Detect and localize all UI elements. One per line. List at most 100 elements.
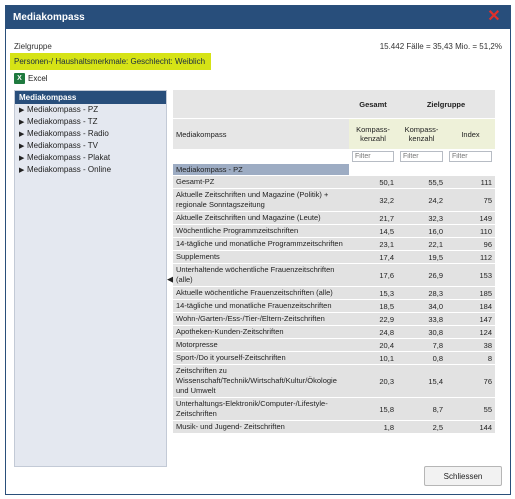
cell-zielgruppe: 8,7 [397, 397, 446, 421]
cell-gesamt: 17,6 [349, 263, 397, 287]
close-icon[interactable]: ✕ [486, 9, 502, 25]
table-body: Gesamt-PZ 50,1 55,5 111 Aktuelle Zeitschrift… [173, 175, 495, 434]
table-row[interactable]: Wohn-/Garten-/Ess-/Tier-/Eltern-Zeitschr… [173, 312, 495, 326]
table-row[interactable]: Aktuelle Zeitschriften und Magazine (Pol… [173, 188, 495, 212]
cell-gesamt: 50,1 [349, 175, 397, 189]
cell-index: 110 [446, 224, 495, 238]
sidebar-item-plakat[interactable]: ▶ Mediakompass - Plakat [15, 152, 166, 164]
cell-gesamt: 22,9 [349, 312, 397, 326]
column-header-index[interactable]: Index [446, 118, 495, 150]
row-label: Aktuelle Zeitschriften und Magazine (Pol… [173, 188, 349, 212]
sidebar-item-label: Mediakompass - PZ [27, 105, 99, 114]
group-header-gesamt: Gesamt [349, 90, 397, 119]
cell-gesamt: 20,3 [349, 364, 397, 398]
cell-index: 185 [446, 286, 495, 300]
sidebar-item-tv[interactable]: ▶ Mediakompass - TV [15, 140, 166, 152]
cell-zielgruppe: 7,8 [397, 338, 446, 352]
cell-index: 124 [446, 325, 495, 339]
cell-zielgruppe: 0,8 [397, 351, 446, 365]
cell-index: 144 [446, 420, 495, 434]
column-header-kompasskennzahl-zg[interactable]: Kompass-kenzahl [397, 118, 446, 150]
row-label: Aktuelle wöchentliche Frauenzeitschrifte… [173, 286, 349, 300]
row-header-spacer [173, 90, 349, 119]
cell-zielgruppe: 24,2 [397, 188, 446, 212]
row-label: Zeitschriften zu Wissenschaft/Technik/Wi… [173, 364, 349, 398]
cell-index: 112 [446, 250, 495, 264]
cell-gesamt: 17,4 [349, 250, 397, 264]
table-row[interactable]: Aktuelle Zeitschriften und Magazine (Leu… [173, 211, 495, 225]
table-row[interactable]: Supplements 17,4 19,5 112 [173, 250, 495, 264]
table-row[interactable]: Musik- und Jugend- Zeitschriften 1,8 2,5 14… [173, 420, 495, 434]
row-label: Supplements [173, 250, 349, 264]
sidebar-item-online[interactable]: ▶ Mediakompass - Online [15, 164, 166, 176]
table-row[interactable]: 14-tägliche und monatliche Frauenzeitsch… [173, 299, 495, 313]
cell-index: 111 [446, 175, 495, 189]
sidebar-item-label: Mediakompass - Online [27, 165, 112, 174]
close-button-label: Schliessen [443, 471, 483, 481]
sidebar-item-radio[interactable]: ▶ Mediakompass - Radio [15, 128, 166, 140]
row-label: Gesamt-PZ [173, 175, 349, 189]
cell-zielgruppe: 15,4 [397, 364, 446, 398]
cell-gesamt: 15,3 [349, 286, 397, 300]
table-row[interactable]: Wöchentliche Programmzeitschriften 14,5 16… [173, 224, 495, 238]
filter-cell [397, 149, 446, 164]
cell-zielgruppe: 2,5 [397, 420, 446, 434]
sidebar-title: Mediakompass [15, 91, 166, 104]
excel-export-button[interactable]: X Excel [14, 73, 48, 84]
row-label: Wohn-/Garten-/Ess-/Tier-/Eltern-Zeitschr… [173, 312, 349, 326]
section-blank [349, 163, 397, 176]
sidebar-item-pz[interactable]: ▶ Mediakompass - PZ [15, 104, 166, 116]
filter-input-index[interactable] [449, 151, 492, 162]
cell-index: 55 [446, 397, 495, 421]
table-row[interactable]: Gesamt-PZ 50,1 55,5 111 [173, 175, 495, 189]
sidebar-item-tz[interactable]: ▶ Mediakompass - TZ [15, 116, 166, 128]
row-label: Motorpresse [173, 338, 349, 352]
mediakompass-dialog: Mediakompass ✕ Zielgruppe 15.442 Fälle =… [5, 5, 511, 495]
sidebar: Mediakompass ▶ Mediakompass - PZ ▶ Mediako… [14, 90, 167, 467]
cell-index: 38 [446, 338, 495, 352]
table-row[interactable]: Sport-/Do it yourself-Zeitschriften 10,1 0… [173, 351, 495, 365]
cell-index: 76 [446, 364, 495, 398]
sidebar-item-label: Mediakompass - TV [27, 141, 98, 150]
table-row[interactable]: Unterhaltungs-Elektronik/Computer-/Lifes… [173, 397, 495, 421]
table-row[interactable]: Motorpresse 20,4 7,8 38 [173, 338, 495, 352]
case-stats: 15.442 Fälle = 35,43 Mio. = 51,2% [379, 42, 502, 51]
cell-index: 184 [446, 299, 495, 313]
column-header-kompasskennzahl-gesamt[interactable]: Kompass-kenzahl [349, 118, 397, 150]
table-row[interactable]: Unterhaltende wöchentliche Frauenzeitsch… [173, 263, 495, 287]
row-label: 14-tägliche und monatliche Frauenzeitsch… [173, 299, 349, 313]
cell-zielgruppe: 19,5 [397, 250, 446, 264]
cell-gesamt: 1,8 [349, 420, 397, 434]
cell-zielgruppe: 33,8 [397, 312, 446, 326]
filter-spacer [173, 149, 349, 164]
table-row[interactable]: 14-tägliche und monatliche Programmzeits… [173, 237, 495, 251]
group-header-zielgruppe: Zielgruppe [397, 90, 495, 119]
table-row[interactable]: Apotheken-Kunden-Zeitschriften 24,8 30,8 12… [173, 325, 495, 339]
sidebar-item-label: Mediakompass - TZ [27, 117, 98, 126]
table-row[interactable]: Zeitschriften zu Wissenschaft/Technik/Wi… [173, 364, 495, 398]
section-blank [446, 163, 495, 176]
close-button[interactable]: Schliessen [424, 466, 502, 486]
row-label: Unterhaltende wöchentliche Frauenzeitsch… [173, 263, 349, 287]
filter-cell [349, 149, 397, 164]
row-label: Musik- und Jugend- Zeitschriften [173, 420, 349, 434]
cell-index: 8 [446, 351, 495, 365]
filter-input-gesamt[interactable] [352, 151, 394, 162]
mediakompass-table: Gesamt Zielgruppe Mediakompass Kompass-k… [173, 90, 495, 434]
cell-gesamt: 24,8 [349, 325, 397, 339]
cell-gesamt: 14,5 [349, 224, 397, 238]
cell-index: 75 [446, 188, 495, 212]
cell-gesamt: 21,7 [349, 211, 397, 225]
cell-zielgruppe: 34,0 [397, 299, 446, 313]
filter-input-zielgruppe[interactable] [400, 151, 443, 162]
data-table-panel: Gesamt Zielgruppe Mediakompass Kompass-k… [173, 90, 495, 467]
expand-arrow-icon: ▶ [19, 167, 25, 174]
target-group-filter: Personen-/ Haushaltsmerkmale: Geschlecht… [10, 53, 211, 70]
cell-gesamt: 18,5 [349, 299, 397, 313]
title-bar: Mediakompass ✕ [6, 6, 510, 29]
cell-index: 147 [446, 312, 495, 326]
sidebar-item-label: Mediakompass - Plakat [27, 153, 111, 162]
row-label: 14-tägliche und monatliche Programmzeits… [173, 237, 349, 251]
cell-zielgruppe: 30,8 [397, 325, 446, 339]
table-row[interactable]: Aktuelle wöchentliche Frauenzeitschrifte… [173, 286, 495, 300]
